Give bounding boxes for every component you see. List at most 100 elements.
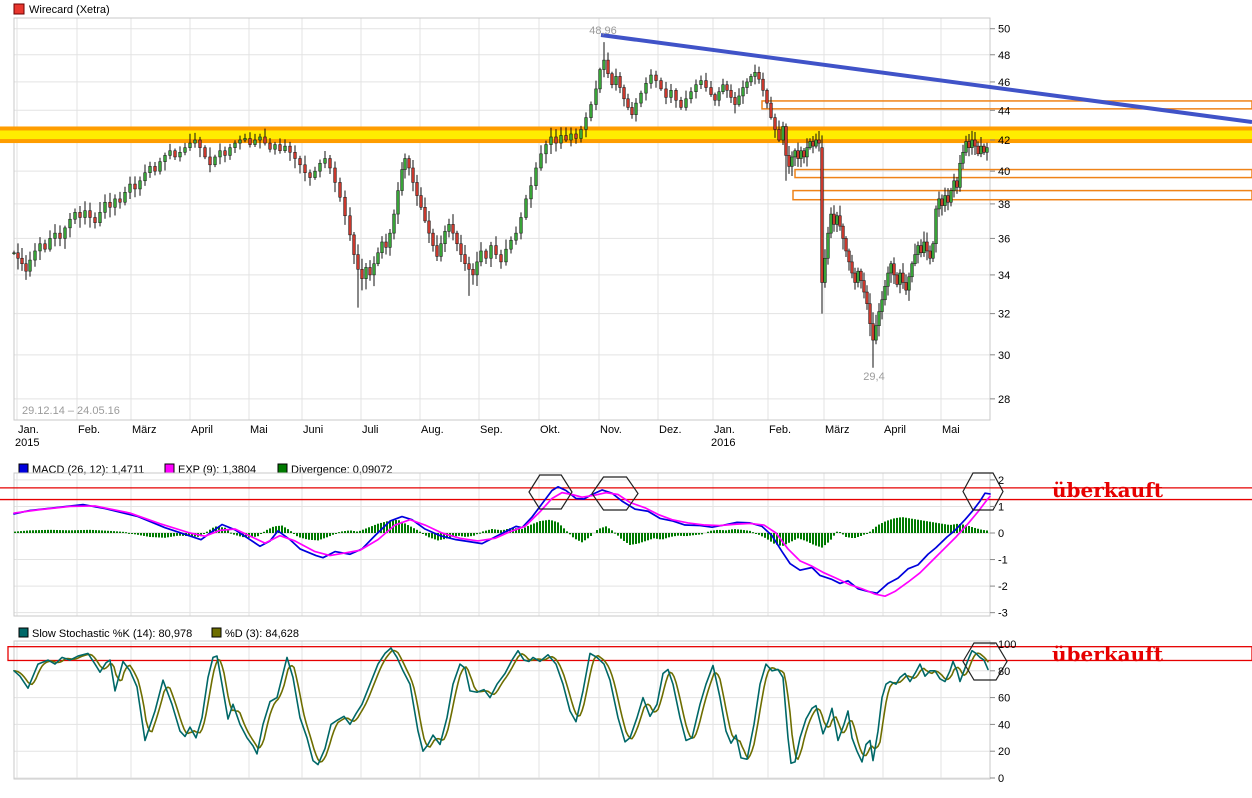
macd-legend: MACD (26, 12): 1,4711 EXP (9): 1,3804 Di… [18,463,393,476]
candle [78,205,82,228]
candle [372,256,376,287]
candle [489,241,493,268]
candle [98,201,102,227]
candle [862,272,866,299]
candle [886,266,890,296]
month-label: Feb. [78,424,100,436]
candle [649,69,653,89]
candle [835,211,839,232]
exp-legend-swatch [164,463,175,474]
candle [352,232,356,265]
candle [138,176,142,196]
candle [228,143,232,160]
candle [415,174,419,206]
candle [463,244,467,271]
candle [12,250,16,255]
candle [717,87,721,107]
macd-tick-label: 0 [998,528,1004,540]
year-label: 2016 [711,437,735,449]
candle [704,72,708,92]
candle [618,72,622,94]
candle [679,96,683,110]
candle [113,194,117,216]
candle [654,70,658,88]
candle [356,244,360,308]
candle [58,225,62,247]
candle [48,230,52,252]
candle [173,148,177,160]
candle [853,267,857,290]
month-label: Juni [303,424,323,436]
macd-tick-label: 1 [998,501,1004,513]
candle [475,251,479,286]
stochastic-grid [13,640,991,780]
candle [713,92,717,106]
macd-overbought-label[interactable]: überkauft [1052,478,1164,502]
candle [610,71,614,89]
candle [614,68,618,91]
month-label: Aug. [421,424,444,436]
price-tick-label: 36 [998,233,1010,245]
price-axis-labels: 504846444240383634323028 [990,24,1010,406]
stoch-d-legend-swatch [211,627,222,638]
candle [529,176,533,208]
candle [769,96,773,120]
candle [602,42,606,78]
month-label: Mai [942,424,960,436]
month-label: Mai [250,424,268,436]
candle [88,202,92,228]
candle [63,225,67,249]
candle [871,312,875,368]
stochastic-overbought-label[interactable]: überkauft [1052,642,1164,666]
divergence-legend-swatch [277,463,288,474]
macd-legend-swatch [18,463,29,474]
price-tick-label: 44 [998,105,1010,117]
candle [919,239,923,258]
candle [333,161,337,193]
candle [796,142,800,167]
candle [293,145,297,169]
candle [901,263,905,289]
candle [910,261,914,283]
month-label: April [884,424,906,436]
candle [148,161,152,178]
candle [348,207,352,241]
candle [213,154,217,168]
candle [749,73,753,86]
candle [368,260,372,281]
stoch-tick-label: 60 [998,693,1010,705]
candle [699,75,703,89]
candle [626,93,630,111]
candle [471,263,475,285]
horizontal-band[interactable] [0,126,1252,144]
chart-canvas[interactable]: 504846444240383634323028 Jan.2015Feb. Mär… [0,0,1252,798]
candle [435,235,439,262]
candle [108,192,112,218]
candle [364,263,368,290]
high-price-label: 48,96 [589,25,617,37]
candle [985,142,989,161]
candle [925,232,929,261]
candle [793,148,797,167]
macd-tick-label: -2 [998,581,1008,593]
candle [946,188,950,211]
support-band[interactable] [0,130,1252,140]
candle [630,101,634,119]
candle [753,64,757,85]
price-tick-label: 48 [998,50,1010,62]
price-tick-label: 32 [998,309,1010,321]
candle [937,191,941,217]
series-marker-icon [13,3,25,15]
resistance-box[interactable] [792,189,1252,201]
candle [841,223,845,250]
candle [203,145,207,160]
stochastic-lines [13,647,989,766]
candle [904,274,908,295]
candle [737,88,741,107]
stoch-tick-label: 20 [998,746,1010,758]
month-label: Nov. [600,424,622,436]
candle [447,218,451,238]
chart-window: 50 48 46 44 42 40 38 36 34 32 30 28 Jan. 2015 Feb. Mär… [0,0,1252,798]
macd-axis-labels: 2 1 0 -1 -2 -3 [990,475,1008,620]
candle [396,182,400,224]
